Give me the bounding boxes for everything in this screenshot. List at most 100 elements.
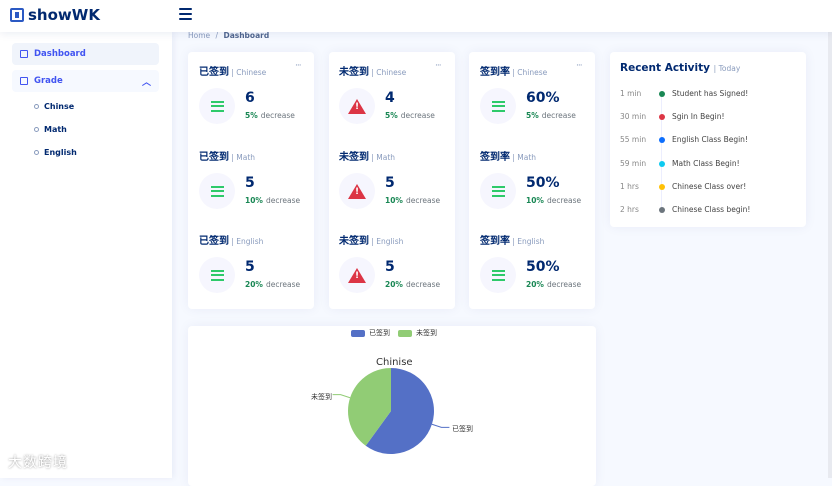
stat-change-word: decrease xyxy=(546,280,582,289)
brand-name: showWK xyxy=(28,6,100,24)
circle-icon xyxy=(34,127,39,132)
activity-dot xyxy=(659,137,665,144)
activity-dot xyxy=(659,160,665,167)
more-options-icon[interactable]: ··· xyxy=(435,61,442,71)
stat-change-word: decrease xyxy=(405,196,441,205)
recent-activity-title: Recent Activity | Today xyxy=(620,62,741,74)
stat-title: 签到率 | English xyxy=(480,236,545,247)
menu-lines-icon xyxy=(210,98,224,114)
stat-subject: English xyxy=(236,237,264,246)
stat-icon-circle xyxy=(339,88,375,124)
sidebar-subitem-label: Math xyxy=(44,125,67,134)
circle-icon xyxy=(34,150,39,155)
activity-text: Math Class Begin! xyxy=(672,158,740,168)
activity-time: 55 min xyxy=(620,135,647,145)
stat-change: 5% decrease xyxy=(245,111,295,120)
activity-item: 55 min English Class Begin! xyxy=(620,135,800,147)
stat-change: 20% decrease xyxy=(385,280,440,289)
stat-title-text: 已签到 xyxy=(199,152,229,163)
page-scrollbar[interactable] xyxy=(828,0,832,478)
activity-item: 1 hrs Chinese Class over! xyxy=(620,182,800,194)
activity-time: 59 min xyxy=(620,158,647,168)
stat-title: 签到率 | Math xyxy=(480,152,537,163)
activity-text: Student has Signed! xyxy=(672,89,749,98)
stat-change-pct: 5% xyxy=(245,111,258,120)
top-header: showWK xyxy=(0,0,832,32)
chart-legend[interactable]: 已签到 未签到 xyxy=(351,328,437,338)
stat-title-text: 已签到 xyxy=(199,236,229,247)
stat-subject: English xyxy=(376,237,404,246)
activity-time: 30 min xyxy=(620,112,647,122)
sidebar-item-dashboard[interactable]: Dashboard xyxy=(12,43,159,65)
stat-title: 未签到 | Chinese xyxy=(339,67,407,78)
circle-icon xyxy=(34,104,39,109)
stat-change-pct: 20% xyxy=(385,280,403,289)
legend-label-unsigned: 未签到 xyxy=(416,329,437,337)
sidebar-subitem-label: Chinse xyxy=(44,102,75,111)
sidebar-item-grade[interactable]: Grade ︿ xyxy=(12,70,159,92)
stat-change-pct: 10% xyxy=(526,196,544,205)
stat-subject: English xyxy=(517,237,545,246)
activity-text: Chinese Class over! xyxy=(672,181,747,191)
menu-lines-icon xyxy=(491,267,505,283)
stat-subject: Math xyxy=(517,153,537,162)
stat-value: 5 xyxy=(385,259,395,275)
toggle-sidebar-icon[interactable] xyxy=(179,8,192,20)
warning-icon xyxy=(348,98,366,114)
stat-change: 10% decrease xyxy=(385,196,440,205)
stat-title-text: 未签到 xyxy=(339,67,369,78)
stat-change-word: decrease xyxy=(405,280,441,289)
sidebar-subitem-english[interactable]: English xyxy=(34,148,77,157)
legend-swatch-signed xyxy=(351,329,365,337)
brand-logo[interactable]: showWK xyxy=(10,6,100,24)
pie-label-unsigned: 未签到 xyxy=(311,393,332,401)
breadcrumb-current: Dashboard xyxy=(223,31,270,40)
stat-change: 5% decrease xyxy=(385,111,435,120)
warning-icon xyxy=(348,183,366,199)
stat-icon-circle xyxy=(199,173,235,209)
stat-change: 10% decrease xyxy=(526,196,581,205)
more-options-icon[interactable]: ··· xyxy=(576,61,583,71)
stat-title: 已签到 | English xyxy=(199,236,264,247)
activity-text: Chinese Class begin! xyxy=(672,205,751,214)
activity-dot xyxy=(659,207,665,213)
stat-title: 已签到 | Math xyxy=(199,152,256,163)
stat-title: 未签到 | English xyxy=(339,236,404,247)
menu-lines-icon xyxy=(210,183,224,199)
chevron-up-icon: ︿ xyxy=(141,78,151,88)
stat-change-pct: 5% xyxy=(526,111,539,120)
stat-change: 20% decrease xyxy=(526,280,581,289)
stat-change-word: decrease xyxy=(260,111,295,120)
activity-item: 30 min Sgin In Begin! xyxy=(620,112,800,124)
stat-change-word: decrease xyxy=(400,111,435,120)
stat-value: 50% xyxy=(526,175,560,191)
activity-dot xyxy=(659,183,665,190)
stat-title-text: 已签到 xyxy=(199,67,229,78)
sidebar-subitem-chinse[interactable]: Chinse xyxy=(34,102,74,111)
more-options-icon[interactable]: ··· xyxy=(295,61,302,71)
stat-icon-circle xyxy=(480,257,516,293)
sidebar-item-label: Grade xyxy=(34,76,63,86)
stat-value: 4 xyxy=(385,90,395,106)
stat-change-pct: 10% xyxy=(245,196,263,205)
stat-change: 20% decrease xyxy=(245,280,300,289)
menu-lines-icon xyxy=(491,183,505,199)
stat-change: 5% decrease xyxy=(526,111,576,120)
chart-card xyxy=(188,326,596,486)
stat-change-pct: 20% xyxy=(526,280,544,289)
activity-time: 2 hrs xyxy=(620,205,639,214)
stat-value: 60% xyxy=(526,90,560,106)
stat-change-word: decrease xyxy=(546,196,582,205)
stat-change: 10% decrease xyxy=(245,196,300,205)
stat-title-text: 未签到 xyxy=(339,152,369,163)
legend-label-signed: 已签到 xyxy=(369,329,390,337)
sidebar-subitem-math[interactable]: Math xyxy=(34,125,67,134)
stat-change-pct: 20% xyxy=(245,280,263,289)
breadcrumb-home[interactable]: Home xyxy=(188,31,210,40)
breadcrumb-separator: / xyxy=(215,31,219,40)
stat-title: 已签到 | Chinese xyxy=(199,67,267,78)
logo-icon xyxy=(10,8,24,22)
stat-value: 5 xyxy=(245,259,255,275)
stat-subject: Chinese xyxy=(236,68,267,77)
grid-icon xyxy=(20,50,28,58)
